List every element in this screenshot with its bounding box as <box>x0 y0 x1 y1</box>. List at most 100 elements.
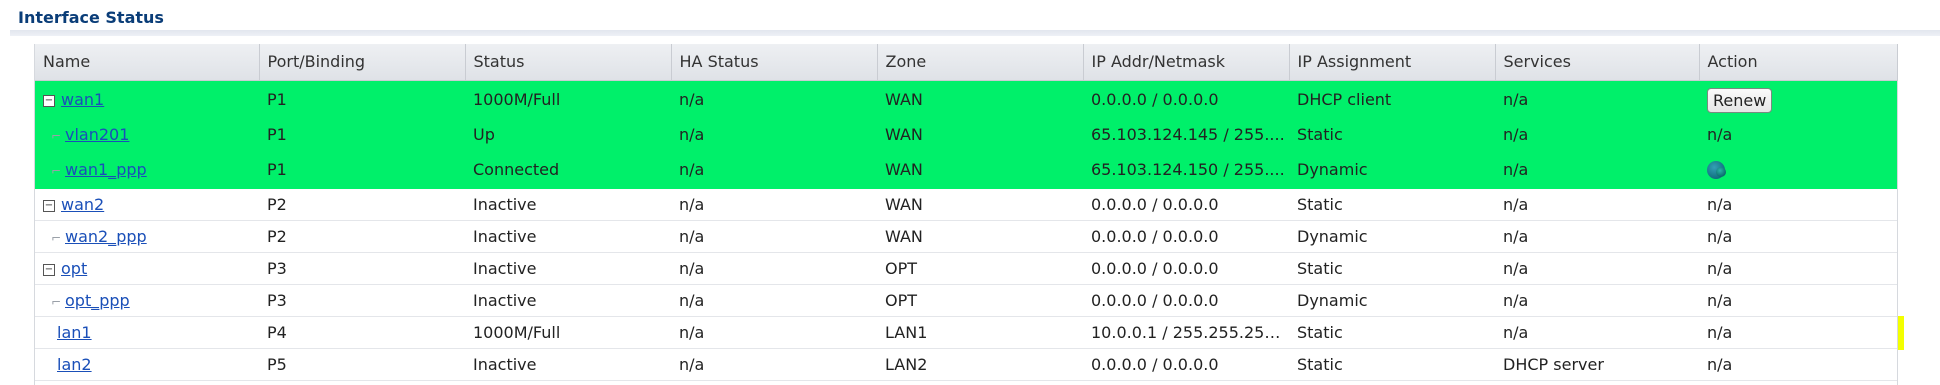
interface-link[interactable]: lan2 <box>57 355 92 374</box>
status-cell: Inactive <box>465 348 671 381</box>
services-cell: n/a <box>1495 220 1699 253</box>
column-header-port[interactable]: Port/Binding <box>259 44 466 81</box>
ip-assignment-cell: Static <box>1289 316 1495 349</box>
ip-assignment-cell: Static <box>1289 118 1495 151</box>
interface-link[interactable]: wan1_ppp <box>65 160 147 179</box>
ha-status-cell: n/a <box>671 252 877 285</box>
tree-branch-icon: ⌐ <box>51 128 62 143</box>
ip-assignment-cell: Dynamic <box>1289 220 1495 253</box>
status-cell: Connected <box>465 150 671 189</box>
interface-link[interactable]: wan2_ppp <box>65 227 147 246</box>
ha-status-cell: n/a <box>671 80 877 119</box>
tree-branch-icon: ⌐ <box>51 163 62 178</box>
ip-cell: 0.0.0.0 / 0.0.0.0 <box>1083 284 1289 317</box>
tree-branch-icon: ⌐ <box>51 230 62 245</box>
status-cell: 1000M/Full <box>465 80 671 119</box>
action-cell: n/a <box>1699 348 1897 381</box>
services-cell: DHCP server <box>1495 348 1699 381</box>
port-cell: P3 <box>259 252 465 285</box>
ha-status-cell: n/a <box>671 284 877 317</box>
interface-link[interactable]: lan1 <box>57 323 92 342</box>
table-row: lan1 P4 1000M/Full n/a LAN1 10.0.0.1 / 2… <box>35 316 1897 349</box>
action-cell: n/a <box>1699 252 1897 285</box>
ha-status-cell: n/a <box>671 348 877 381</box>
services-cell: n/a <box>1495 118 1699 151</box>
status-cell: 1000M/Full <box>465 316 671 349</box>
ha-status-cell: n/a <box>671 188 877 221</box>
services-cell: n/a <box>1495 150 1699 189</box>
interface-link[interactable]: opt <box>61 259 87 278</box>
zone-cell: WAN <box>877 80 1083 119</box>
ip-cell: 0.0.0.0 / 0.0.0.0 <box>1083 220 1289 253</box>
status-cell: Inactive <box>465 252 671 285</box>
ip-assignment-cell: Static <box>1289 188 1495 221</box>
collapse-icon[interactable]: − <box>43 263 55 276</box>
services-cell: n/a <box>1495 316 1699 349</box>
column-header-services[interactable]: Services <box>1495 44 1700 81</box>
port-cell: P1 <box>259 150 465 189</box>
table-row: ⌐ opt_ppp P3 Inactive n/a OPT 0.0.0.0 / 0… <box>35 284 1897 317</box>
ha-status-cell: n/a <box>671 150 877 189</box>
ip-cell: 0.0.0.0 / 0.0.0.0 <box>1083 252 1289 285</box>
ip-assignment-cell: Static <box>1289 348 1495 381</box>
ip-assignment-cell: DHCP client <box>1289 80 1495 119</box>
table-row: ⌐ wan2_ppp P2 Inactive n/a WAN 0.0.0.0 / … <box>35 220 1897 253</box>
zone-cell: LAN1 <box>877 316 1083 349</box>
section-title: Interface Status <box>18 8 164 27</box>
column-header-name[interactable]: Name <box>35 44 260 81</box>
interface-link[interactable]: wan1 <box>61 90 104 109</box>
column-header-ha-status[interactable]: HA Status <box>671 44 878 81</box>
column-header-action[interactable]: Action <box>1699 44 1898 81</box>
ip-cell: 65.103.124.150 / 255.... <box>1083 150 1289 189</box>
port-cell: P2 <box>259 188 465 221</box>
column-header-status[interactable]: Status <box>465 44 672 81</box>
ip-cell: 10.0.0.1 / 255.255.255.0 <box>1083 316 1289 349</box>
status-cell: Inactive <box>465 284 671 317</box>
collapse-icon[interactable]: − <box>43 94 55 107</box>
zone-cell: OPT <box>877 252 1083 285</box>
title-divider <box>10 30 1940 36</box>
ha-status-cell: n/a <box>671 316 877 349</box>
table-row: − wan2 P2 Inactive n/a WAN 0.0.0.0 / 0.0.… <box>35 188 1897 221</box>
collapse-icon[interactable]: − <box>43 199 55 212</box>
table-header-row: Name Port/Binding Status HA Status Zone … <box>35 44 1898 81</box>
table-row: ⌐ vlan201 P1 Up n/a WAN 65.103.124.145 / … <box>35 118 1897 151</box>
zone-cell: OPT <box>877 284 1083 317</box>
action-cell: n/a <box>1699 220 1897 253</box>
action-cell: n/a <box>1699 284 1897 317</box>
table-row: − opt P3 Inactive n/a OPT 0.0.0.0 / 0.0.0… <box>35 252 1897 285</box>
status-cell: Up <box>465 118 671 151</box>
column-header-ip-assignment[interactable]: IP Assignment <box>1289 44 1496 81</box>
interface-link[interactable]: wan2 <box>61 195 104 214</box>
interface-status-table: Name Port/Binding Status HA Status Zone … <box>34 44 1898 385</box>
port-cell: P2 <box>259 220 465 253</box>
zone-cell: WAN <box>877 188 1083 221</box>
services-cell: n/a <box>1495 80 1699 119</box>
connect-icon[interactable] <box>1707 160 1726 179</box>
table-row: lan2 P5 Inactive n/a LAN2 0.0.0.0 / 0.0.… <box>35 348 1897 381</box>
port-cell: P3 <box>259 284 465 317</box>
renew-button[interactable]: Renew <box>1707 87 1773 113</box>
action-cell: n/a <box>1699 316 1897 349</box>
ha-status-cell: n/a <box>671 220 877 253</box>
status-cell: Inactive <box>465 188 671 221</box>
ip-cell: 0.0.0.0 / 0.0.0.0 <box>1083 188 1289 221</box>
action-cell: n/a <box>1699 188 1897 221</box>
column-header-zone[interactable]: Zone <box>877 44 1084 81</box>
port-cell: P5 <box>259 348 465 381</box>
ha-status-cell: n/a <box>671 118 877 151</box>
interface-link[interactable]: opt_ppp <box>65 291 130 310</box>
port-cell: P1 <box>259 118 465 151</box>
ip-assignment-cell: Dynamic <box>1289 150 1495 189</box>
services-cell: n/a <box>1495 252 1699 285</box>
ip-cell: 0.0.0.0 / 0.0.0.0 <box>1083 80 1289 119</box>
column-header-ip[interactable]: IP Addr/Netmask <box>1083 44 1290 81</box>
interface-link[interactable]: vlan201 <box>65 125 129 144</box>
action-cell: n/a <box>1699 118 1897 151</box>
services-cell: n/a <box>1495 284 1699 317</box>
ip-cell: 0.0.0.0 / 0.0.0.0 <box>1083 348 1289 381</box>
zone-cell: LAN2 <box>877 348 1083 381</box>
port-cell: P4 <box>259 316 465 349</box>
services-cell: n/a <box>1495 188 1699 221</box>
table-row: ⌐ wan1_ppp P1 Connected n/a WAN 65.103.12… <box>35 150 1897 189</box>
